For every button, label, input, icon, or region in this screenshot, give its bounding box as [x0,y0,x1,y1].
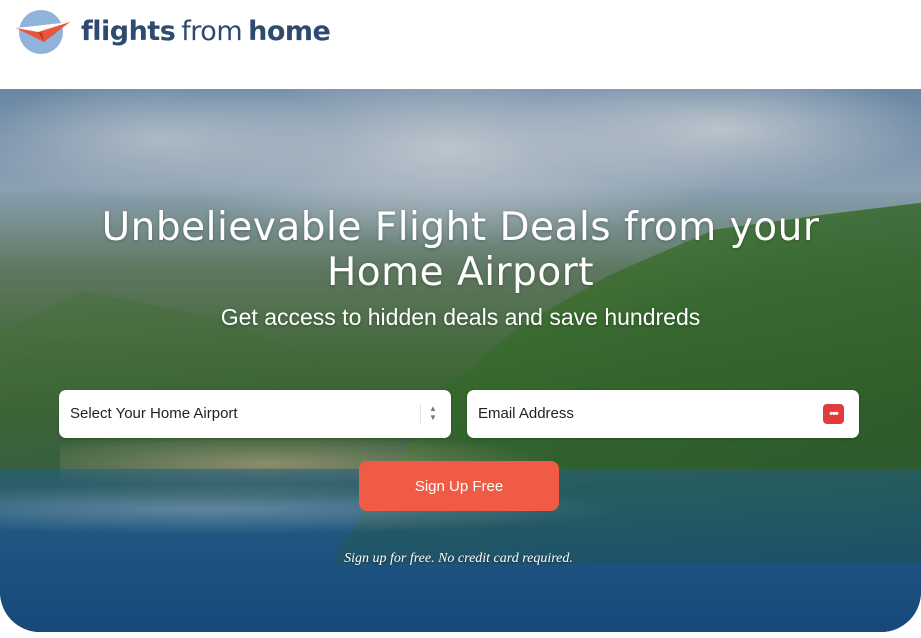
select-arrows-icon: ▲ ▼ [420,404,441,424]
logo-word-from: from [181,15,243,47]
email-field[interactable]: Email Address ••• [467,390,859,438]
logo-word-flights: flights [81,15,176,47]
signup-note: Sign up for free. No credit card require… [344,551,573,566]
logo-text: flights from home [81,15,331,47]
logo[interactable]: flights from home [14,8,331,54]
hero-section: Unbelievable Flight Deals from your Home… [0,89,921,632]
hero-subheadline: Get access to hidden deals and save hund… [220,304,701,330]
sign-up-button[interactable]: Sign Up Free [359,461,559,511]
site-header: flights from home [0,0,921,89]
password-manager-icon[interactable]: ••• [823,404,844,424]
paper-plane-icon [14,8,72,54]
hero-headline: Unbelievable Flight Deals from your Home… [101,205,820,295]
email-field-placeholder: Email Address [478,405,574,422]
home-airport-select-value: Select Your Home Airport [70,405,238,422]
logo-word-home: home [248,15,331,47]
home-airport-select[interactable]: Select Your Home Airport ▲ ▼ [59,390,451,438]
